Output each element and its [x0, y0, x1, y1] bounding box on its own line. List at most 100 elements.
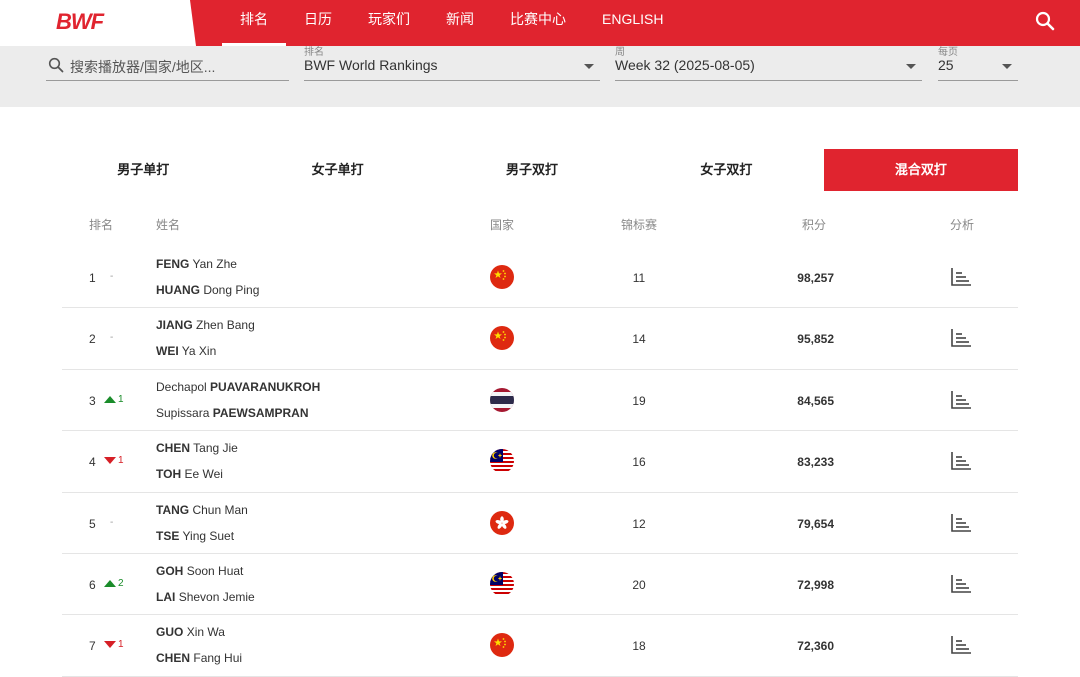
- discipline-tabs: 男子单打 女子单打 男子双打 女子双打 混合双打: [46, 149, 1019, 191]
- player-2-name[interactable]: HUANG Dong Ping: [156, 283, 259, 297]
- rank-down-icon: [104, 457, 116, 465]
- points-value: 95,852: [797, 332, 834, 347]
- nav-item-news[interactable]: 新闻: [428, 0, 492, 46]
- player-last-name: LAI: [156, 589, 176, 604]
- filter-bar: 搜索播放器/国家/地区... 排名 BWF World Rankings 周 W…: [0, 46, 1080, 107]
- nav-item-english[interactable]: ENGLISH: [584, 0, 681, 46]
- player-1-name[interactable]: JIANG Zhen Bang: [156, 318, 255, 332]
- bar-chart-icon[interactable]: [950, 267, 972, 287]
- search-placeholder: 搜索播放器/国家/地区...: [70, 59, 216, 75]
- per-page-label: 每页: [938, 47, 958, 58]
- table-row[interactable]: 6 2 GOH Soon Huat LAI Shevon Jemie 20 72,998: [62, 554, 1018, 616]
- player-1-name[interactable]: GOH Soon Huat: [156, 564, 243, 578]
- rank-up-icon: [104, 395, 116, 403]
- ranking-select-value: BWF World Rankings: [304, 57, 438, 73]
- tournaments-count: 20: [632, 577, 646, 592]
- tab-mens-doubles[interactable]: 男子双打: [435, 149, 629, 191]
- player-first-name: Dong Ping: [203, 283, 260, 297]
- hongkong-flag-icon: [490, 510, 514, 535]
- header-points: 积分: [802, 218, 827, 232]
- table-row[interactable]: 4 1 CHEN Tang Jie TOH Ee Wei 16 83,233: [62, 431, 1018, 493]
- nav-item-players[interactable]: 玩家们: [350, 0, 428, 46]
- per-page-select[interactable]: 每页 25: [938, 46, 1018, 81]
- table-row[interactable]: 1 - FENG Yan Zhe HUANG Dong Ping 11 98,257: [62, 247, 1018, 309]
- week-select-label: 周: [615, 47, 625, 58]
- player-first-name: Shevon Jemie: [178, 589, 255, 604]
- chevron-down-icon: [584, 64, 594, 69]
- rank-change: -: [104, 271, 113, 282]
- china-flag-icon: [490, 326, 514, 351]
- player-last-name: JIANG: [156, 318, 193, 333]
- main-nav: 排名 日历 玩家们 新闻 比赛中心 ENGLISH: [222, 0, 681, 46]
- points-value: 72,360: [797, 639, 834, 654]
- rank-change-value: 2: [118, 577, 124, 589]
- player-1-name[interactable]: FENG Yan Zhe: [156, 257, 237, 271]
- player-1-name[interactable]: CHEN Tang Jie: [156, 441, 238, 455]
- player-2-name[interactable]: WEI Ya Xin: [156, 344, 216, 358]
- rank-number: 7: [89, 639, 96, 654]
- ranking-select[interactable]: 排名 BWF World Rankings: [304, 46, 600, 81]
- player-2-name[interactable]: TOH Ee Wei: [156, 467, 223, 481]
- rank-up-icon: [104, 579, 116, 587]
- player-2-name[interactable]: TSE Ying Suet: [156, 529, 234, 543]
- nav-item-rankings[interactable]: 排名: [222, 0, 286, 46]
- player-2-name[interactable]: LAI Shevon Jemie: [156, 590, 255, 604]
- rank-change: 1: [104, 394, 124, 405]
- player-first-name: Tang Jie: [193, 441, 238, 456]
- table-row[interactable]: 2 - JIANG Zhen Bang WEI Ya Xin 14 95,852: [62, 308, 1018, 370]
- bwf-logo[interactable]: BWF: [56, 9, 104, 35]
- chevron-down-icon: [906, 64, 916, 69]
- player-1-name[interactable]: Dechapol PUAVARANUKROH: [156, 380, 320, 394]
- player-2-name[interactable]: CHEN Fang Hui: [156, 651, 242, 665]
- rank-down-icon: [104, 641, 116, 649]
- player-first-name: Supissara: [156, 405, 210, 420]
- nav-item-calendar[interactable]: 日历: [286, 0, 350, 46]
- bar-chart-icon[interactable]: [950, 635, 972, 655]
- rank-change: -: [104, 517, 113, 528]
- nav-item-match-centre[interactable]: 比赛中心: [492, 0, 584, 46]
- bar-chart-icon[interactable]: [950, 451, 972, 471]
- search-icon: [48, 57, 64, 73]
- player-last-name: TOH: [156, 467, 182, 482]
- per-page-value: 25: [938, 57, 954, 73]
- tab-mens-singles[interactable]: 男子单打: [46, 149, 240, 191]
- tab-womens-singles[interactable]: 女子单打: [240, 149, 434, 191]
- thailand-flag-icon: [490, 387, 514, 412]
- tournaments-count: 11: [632, 271, 646, 285]
- bar-chart-icon[interactable]: [950, 574, 972, 594]
- rank-change-none: -: [110, 271, 114, 282]
- header-rank: 排名: [89, 218, 114, 232]
- player-last-name: TSE: [156, 528, 180, 543]
- bar-chart-icon[interactable]: [950, 513, 972, 533]
- table-row[interactable]: 3 1 Dechapol PUAVARANUKROH Supissara PAEWSA…: [62, 370, 1018, 432]
- player-search-input[interactable]: 搜索播放器/国家/地区...: [46, 46, 289, 81]
- tab-womens-doubles[interactable]: 女子双打: [629, 149, 823, 191]
- rank-change-none: -: [110, 332, 114, 344]
- rank-number: 1: [89, 271, 96, 285]
- rank-change: 2: [104, 578, 124, 589]
- player-last-name: GOH: [156, 563, 184, 578]
- player-last-name: CHEN: [156, 441, 191, 456]
- search-icon[interactable]: [1034, 10, 1056, 32]
- player-first-name: Xin Wa: [186, 625, 225, 640]
- points-value: 98,257: [797, 271, 834, 285]
- table-row[interactable]: 5 - TANG Chun Man TSE Ying Suet 12 79,654: [62, 493, 1018, 554]
- player-1-name[interactable]: TANG Chun Man: [156, 503, 248, 517]
- player-2-name[interactable]: Supissara PAEWSAMPRAN: [156, 406, 309, 420]
- player-last-name: CHEN: [156, 651, 191, 666]
- tournaments-count: 14: [632, 332, 646, 347]
- player-first-name: Yan Zhe: [192, 257, 237, 271]
- points-value: 79,654: [797, 516, 834, 531]
- week-select[interactable]: 周 Week 32 (2025-08-05): [615, 46, 922, 81]
- tab-mixed-doubles[interactable]: 混合双打: [823, 149, 1019, 191]
- malaysia-flag-icon: [490, 571, 514, 596]
- tournaments-count: 16: [632, 455, 646, 470]
- bar-chart-icon[interactable]: [950, 328, 972, 348]
- ranking-select-label: 排名: [304, 47, 324, 58]
- table-row[interactable]: 7 1 GUO Xin Wa CHEN Fang Hui 18 72,360: [62, 615, 1018, 677]
- points-value: 84,565: [797, 393, 834, 408]
- player-first-name: Fang Hui: [193, 651, 243, 666]
- bar-chart-icon[interactable]: [950, 390, 972, 410]
- player-1-name[interactable]: GUO Xin Wa: [156, 625, 225, 639]
- china-flag-icon: [490, 265, 514, 289]
